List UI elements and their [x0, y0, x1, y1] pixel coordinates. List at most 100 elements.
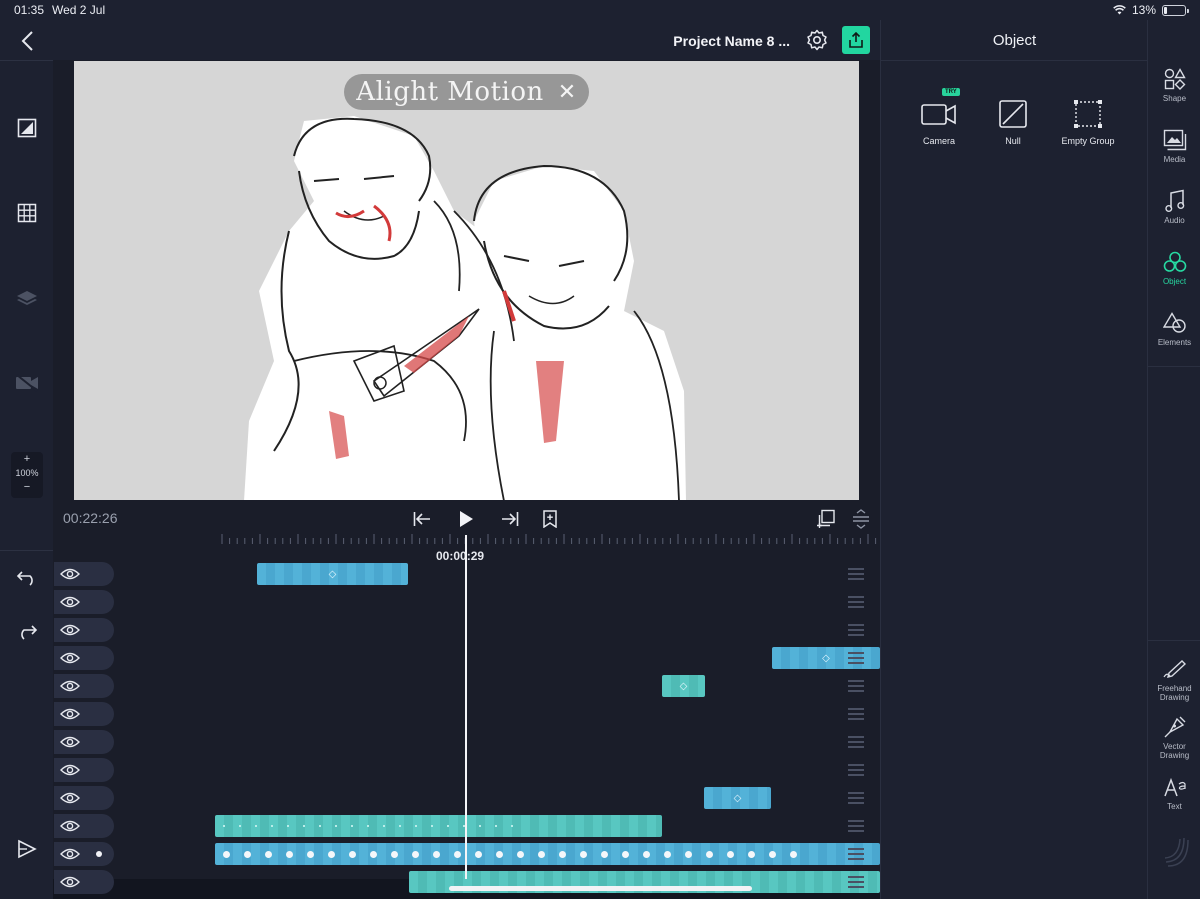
keyframe-marker[interactable]: ◇	[329, 569, 337, 580]
bookmark-button[interactable]	[539, 508, 561, 530]
layer-visibility-toggle[interactable]	[54, 870, 114, 894]
tick-marker-icon	[367, 825, 369, 827]
timeline-expand-button[interactable]	[850, 508, 872, 530]
rail-item-object[interactable]: Object	[1148, 249, 1200, 286]
rail-item-audio[interactable]: Audio	[1148, 188, 1200, 225]
layers-button[interactable]	[12, 283, 42, 313]
skull-marker-icon	[265, 850, 272, 858]
watermark-badge[interactable]: Alight Motion ✕	[344, 74, 589, 110]
rail-label-media: Media	[1163, 155, 1186, 164]
rail-item-shape[interactable]: Shape	[1148, 66, 1200, 103]
keyframe-marker[interactable]: ◇	[734, 793, 742, 804]
add-camera-button[interactable]: TRY Camera	[904, 88, 974, 146]
rail-item-media[interactable]: Media	[1148, 127, 1200, 164]
undo-icon	[16, 571, 33, 586]
skull-marker-icon	[538, 850, 545, 858]
back-button[interactable]	[12, 26, 42, 56]
aspect-ratio-button[interactable]	[12, 113, 42, 143]
skull-marker-icon	[244, 850, 251, 858]
rail-label-elements: Elements	[1157, 338, 1192, 347]
layer-clip[interactable]	[215, 843, 880, 865]
project-title[interactable]: Project Name 8 ...	[673, 33, 790, 49]
add-null-button[interactable]: Null	[978, 98, 1048, 146]
tick-marker-icon	[271, 825, 273, 827]
skull-marker-icon	[349, 850, 356, 858]
layer-visibility-toggle[interactable]	[54, 618, 114, 642]
layer-visibility-toggle[interactable]	[54, 786, 114, 810]
reorder-handle-icon[interactable]	[848, 596, 864, 608]
zoom-control[interactable]: + 100% −	[11, 452, 43, 498]
reorder-handle-icon[interactable]	[848, 792, 864, 804]
zoom-in-button[interactable]: +	[11, 452, 43, 466]
tick-marker-icon	[447, 825, 449, 827]
rail-item-vector[interactable]: Vector Drawing	[1148, 714, 1200, 760]
zoom-out-button[interactable]: −	[11, 480, 43, 494]
reorder-handle-icon[interactable]	[848, 624, 864, 636]
layer-clip[interactable]: ◇	[662, 675, 705, 697]
left-toolbar: + 100% −	[0, 20, 53, 899]
layer-visibility-toggle[interactable]	[54, 590, 114, 614]
add-empty-group-button[interactable]: Empty Group	[1053, 98, 1123, 146]
battery-percent: 13%	[1131, 3, 1156, 17]
camera-label: Camera	[922, 136, 955, 146]
play-button[interactable]	[455, 508, 477, 530]
eye-icon	[60, 876, 80, 888]
layer-visibility-toggle[interactable]	[54, 674, 114, 698]
expand-vertical-icon	[853, 509, 869, 529]
reorder-handle-icon[interactable]	[848, 736, 864, 748]
jump-to-end-button[interactable]	[499, 508, 521, 530]
eye-icon	[60, 680, 80, 692]
tick-marker-icon	[223, 825, 225, 827]
reorder-handle-icon[interactable]	[848, 708, 864, 720]
playhead[interactable]	[465, 535, 467, 879]
settings-button[interactable]	[806, 29, 828, 51]
preview-play-button[interactable]	[12, 834, 42, 864]
status-time: 01:35	[14, 3, 45, 17]
time-ruler[interactable]	[221, 532, 881, 546]
grid-button[interactable]	[12, 198, 42, 228]
layer-visibility-toggle[interactable]	[54, 702, 114, 726]
undo-button[interactable]	[12, 563, 42, 593]
layer-clip[interactable]	[215, 815, 662, 837]
reorder-handle-icon[interactable]	[848, 764, 864, 776]
layer-visibility-toggle[interactable]	[54, 842, 114, 866]
wifi-icon	[1113, 5, 1126, 15]
skull-marker-icon	[601, 850, 608, 858]
layer-clip[interactable]: ◇	[257, 563, 408, 585]
tick-marker-icon	[399, 825, 401, 827]
reorder-handle-icon[interactable]	[848, 652, 864, 664]
layer-visibility-toggle[interactable]	[54, 730, 114, 754]
skull-marker-icon	[286, 850, 293, 858]
skip-start-icon	[413, 512, 430, 526]
watermark-close-icon[interactable]: ✕	[558, 80, 577, 105]
reorder-handle-icon[interactable]	[848, 820, 864, 832]
keyframe-marker[interactable]: ◇	[822, 653, 830, 664]
layer-visibility-toggle[interactable]	[54, 814, 114, 838]
eye-icon	[60, 792, 80, 804]
camera-off-button[interactable]	[12, 368, 42, 398]
layer-clip[interactable]: ◇	[704, 787, 771, 809]
rail-item-text[interactable]: Text	[1148, 774, 1200, 811]
reorder-handle-icon[interactable]	[848, 568, 864, 580]
duplicate-layer-button[interactable]	[815, 508, 837, 530]
reorder-handle-icon[interactable]	[848, 680, 864, 692]
jump-to-start-button[interactable]	[411, 508, 433, 530]
skull-marker-icon	[643, 850, 650, 858]
reorder-handle-icon[interactable]	[848, 876, 864, 888]
layer-visibility-toggle[interactable]	[54, 646, 114, 670]
status-bar: 01:35 Wed 2 Jul 13%	[0, 0, 1200, 20]
add-layer-rail: Shape Media Audio Object Elements Freeha…	[1147, 20, 1200, 899]
layer-visibility-toggle[interactable]	[54, 758, 114, 782]
redo-button[interactable]	[12, 617, 42, 647]
rail-item-freehand[interactable]: Freehand Drawing	[1148, 656, 1200, 702]
export-button[interactable]	[842, 26, 870, 54]
layer-visibility-toggle[interactable]	[54, 562, 114, 586]
editor-header: Project Name 8 ...	[53, 20, 880, 60]
rail-item-elements[interactable]: Elements	[1148, 310, 1200, 347]
home-indicator[interactable]	[449, 886, 752, 891]
canvas-preview[interactable]: Alight Motion ✕	[74, 61, 859, 500]
vector-pen-icon	[1164, 716, 1185, 738]
skull-marker-icon	[664, 850, 671, 858]
reorder-handle-icon[interactable]	[848, 848, 864, 860]
keyframe-marker[interactable]: ◇	[680, 681, 688, 692]
